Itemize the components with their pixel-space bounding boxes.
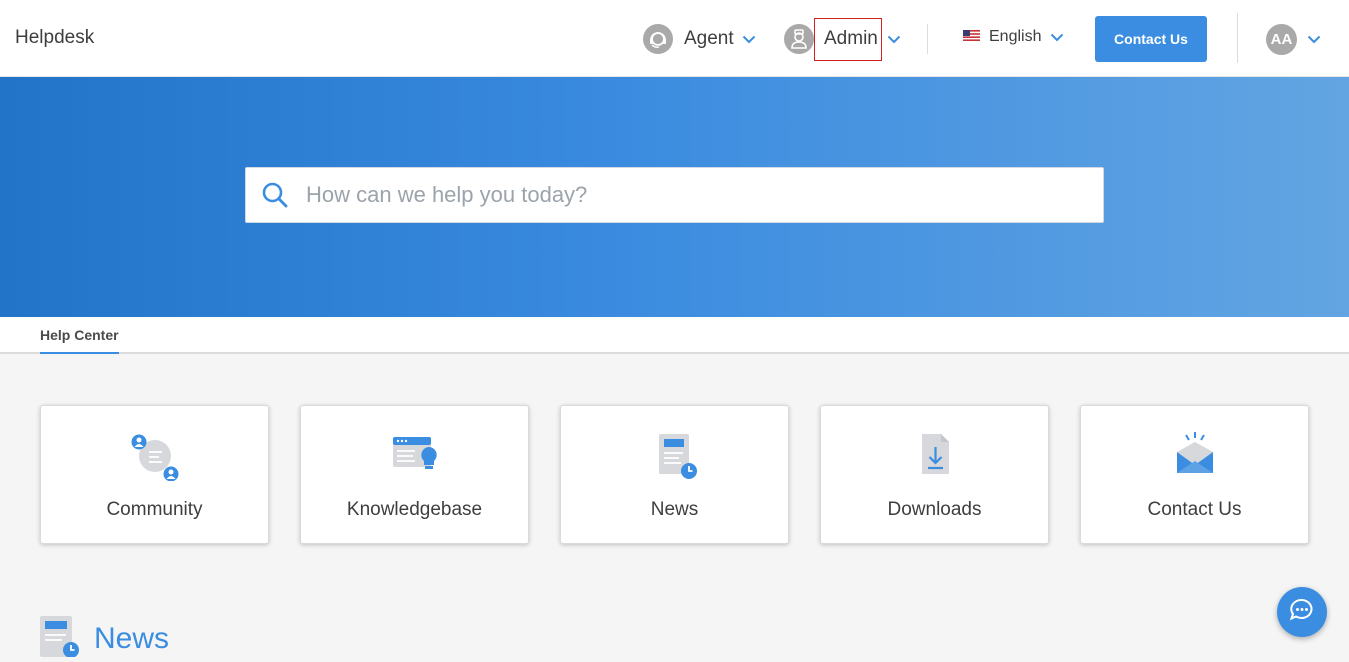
chevron-down-icon — [1050, 33, 1064, 42]
news-icon — [561, 431, 788, 479]
admin-user-icon — [784, 24, 814, 54]
contact-us-card[interactable]: Contact Us — [1080, 405, 1309, 544]
user-menu[interactable]: AA — [1266, 24, 1321, 55]
chat-button[interactable] — [1277, 587, 1327, 637]
card-label: Downloads — [887, 499, 982, 520]
top-bar: Helpdesk Agent Admin English Contact Us … — [0, 0, 1349, 77]
admin-highlight-box — [814, 18, 882, 61]
section-heading: News — [94, 621, 170, 655]
community-card[interactable]: Community — [40, 405, 269, 544]
language-label: English — [989, 28, 1042, 45]
community-icon — [41, 431, 268, 481]
user-avatar: AA — [1266, 24, 1297, 55]
card-label: Knowledgebase — [346, 499, 483, 520]
news-section-title: News — [40, 615, 169, 662]
divider — [1237, 13, 1238, 63]
downloads-card[interactable]: Downloads — [820, 405, 1049, 544]
chevron-down-icon — [1307, 35, 1321, 44]
card-label: Contact Us — [1147, 499, 1242, 520]
tab-help-center[interactable]: Help Center — [40, 317, 119, 354]
us-flag-icon — [963, 28, 980, 46]
agent-label: Agent — [684, 28, 734, 49]
chevron-down-icon — [742, 35, 756, 44]
search-box — [245, 167, 1104, 223]
contact-us-button[interactable]: Contact Us — [1095, 16, 1207, 62]
card-label: News — [650, 499, 699, 520]
card-label: Community — [106, 499, 203, 520]
news-card[interactable]: News — [560, 405, 789, 544]
sub-navigation: Help Center — [0, 317, 1349, 354]
divider — [927, 24, 928, 54]
contact-mail-icon — [1081, 431, 1308, 477]
search-icon — [261, 181, 289, 214]
downloads-icon — [821, 431, 1048, 477]
search-input[interactable] — [306, 168, 1086, 222]
agent-menu[interactable]: Agent — [643, 24, 756, 54]
chevron-down-icon — [887, 35, 901, 44]
knowledgebase-card[interactable]: Knowledgebase — [300, 405, 529, 544]
news-icon — [40, 615, 80, 662]
brand-title[interactable]: Helpdesk — [15, 27, 94, 49]
knowledgebase-icon — [301, 431, 528, 477]
agent-headset-icon — [643, 24, 673, 54]
language-selector[interactable]: English — [963, 28, 1064, 46]
hero-banner — [0, 77, 1349, 317]
chat-bubble-icon — [1289, 597, 1315, 628]
